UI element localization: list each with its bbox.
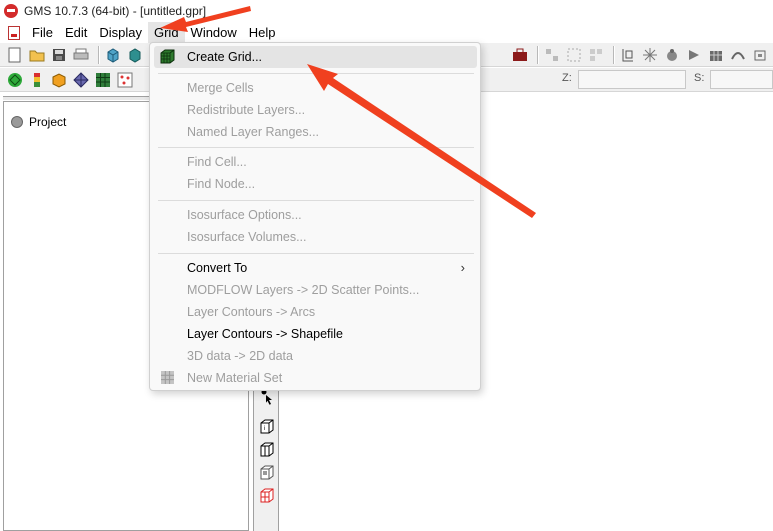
menu-separator — [158, 73, 474, 74]
cube-view-icon[interactable] — [104, 46, 122, 64]
z-coord-label: Z: — [562, 72, 572, 84]
solid-module-icon[interactable] — [50, 71, 68, 89]
menu-item-named-layer-ranges[interactable]: Named Layer Ranges... — [154, 121, 477, 143]
menu-item-create-grid[interactable]: Create Grid... — [154, 46, 477, 68]
menu-file[interactable]: File — [26, 22, 59, 43]
submenu-chevron-icon: › — [460, 260, 465, 275]
toolbar-separator — [98, 45, 100, 64]
scatter-module-icon[interactable] — [116, 71, 134, 89]
menu-item-redistribute-layers[interactable]: Redistribute Layers... — [154, 99, 477, 121]
window-title: GMS 10.7.3 (64-bit) - [untitled.gpr] — [24, 4, 207, 18]
menu-window[interactable]: Window — [185, 22, 243, 43]
point-tool-icon[interactable] — [685, 46, 703, 64]
z-coord-field — [578, 70, 686, 89]
menu-item-contours-to-shapefile[interactable]: Layer Contours -> Shapefile — [154, 323, 477, 345]
menu-bar: File Edit Display Grid Window Help — [0, 22, 773, 43]
title-bar: GMS 10.7.3 (64-bit) - [untitled.gpr] — [0, 0, 773, 22]
project-node-icon — [11, 116, 23, 128]
menu-edit[interactable]: Edit — [59, 22, 93, 43]
cube-teal-icon[interactable] — [126, 46, 144, 64]
grid-module-icon[interactable] — [94, 71, 112, 89]
menu-display[interactable]: Display — [93, 22, 148, 43]
polygon-tool-icon[interactable] — [751, 46, 769, 64]
document-icon[interactable] — [8, 25, 20, 40]
menu-grid[interactable]: Grid — [147, 22, 185, 43]
material-grid-icon — [160, 370, 175, 385]
project-label: Project — [29, 115, 67, 129]
menu-item-modflow-to-scatter[interactable]: MODFLOW Layers -> 2D Scatter Points... — [154, 279, 477, 301]
menu-item-3d-to-2d[interactable]: 3D data -> 2D data — [154, 345, 477, 367]
menu-help[interactable]: Help — [243, 22, 282, 43]
menu-item-find-cell[interactable]: Find Cell... — [154, 151, 477, 173]
menu-item-new-material-set[interactable]: New Material Set — [154, 367, 477, 389]
select-cells-icon[interactable] — [565, 46, 583, 64]
toolbox-icon[interactable] — [511, 46, 529, 64]
save-icon[interactable] — [50, 46, 68, 64]
select-nodes-icon[interactable] — [543, 46, 561, 64]
menu-item-contours-to-arcs[interactable]: Layer Contours -> Arcs — [154, 301, 477, 323]
menu-item-merge-cells[interactable]: Merge Cells — [154, 77, 477, 99]
tool-palette: i — [253, 380, 279, 531]
menu-item-convert-to[interactable]: Convert To › — [154, 257, 477, 279]
create-grid-label: Create Grid... — [187, 50, 263, 64]
grid-menu-dropdown: Create Grid... Merge Cells Redistribute … — [149, 42, 481, 391]
mesh-module-icon[interactable] — [72, 71, 90, 89]
select-cell-icon[interactable]: i — [258, 417, 276, 435]
menu-item-find-node[interactable]: Find Node... — [154, 173, 477, 195]
select-layer-icon[interactable] — [258, 486, 276, 504]
layer-tool-icon[interactable] — [619, 46, 637, 64]
tin-module-icon[interactable] — [6, 71, 24, 89]
sparkle-tool-icon[interactable] — [641, 46, 659, 64]
project-tree-root[interactable]: Project — [11, 115, 66, 129]
s-coord-field — [710, 70, 773, 89]
select-ijk-icon[interactable] — [258, 463, 276, 481]
menu-separator — [158, 147, 474, 148]
grid-tool-icon[interactable] — [707, 46, 725, 64]
menu-separator — [158, 200, 474, 201]
new-file-icon[interactable] — [6, 46, 24, 64]
gms-logo-icon — [4, 4, 18, 18]
menu-item-isosurface-volumes[interactable]: Isosurface Volumes... — [154, 226, 477, 248]
borehole-module-icon[interactable] — [28, 71, 46, 89]
select-column-icon[interactable] — [258, 440, 276, 458]
svg-text:i: i — [264, 426, 265, 432]
select-grid-icon[interactable] — [587, 46, 605, 64]
bug-tool-icon[interactable] — [663, 46, 681, 64]
open-folder-icon[interactable] — [28, 46, 46, 64]
arc-tool-icon[interactable] — [729, 46, 747, 64]
menu-item-isosurface-options[interactable]: Isosurface Options... — [154, 204, 477, 226]
print-icon[interactable] — [72, 46, 90, 64]
menu-separator — [158, 253, 474, 254]
s-coord-label: S: — [694, 72, 705, 84]
grid-cube-icon — [160, 49, 175, 64]
